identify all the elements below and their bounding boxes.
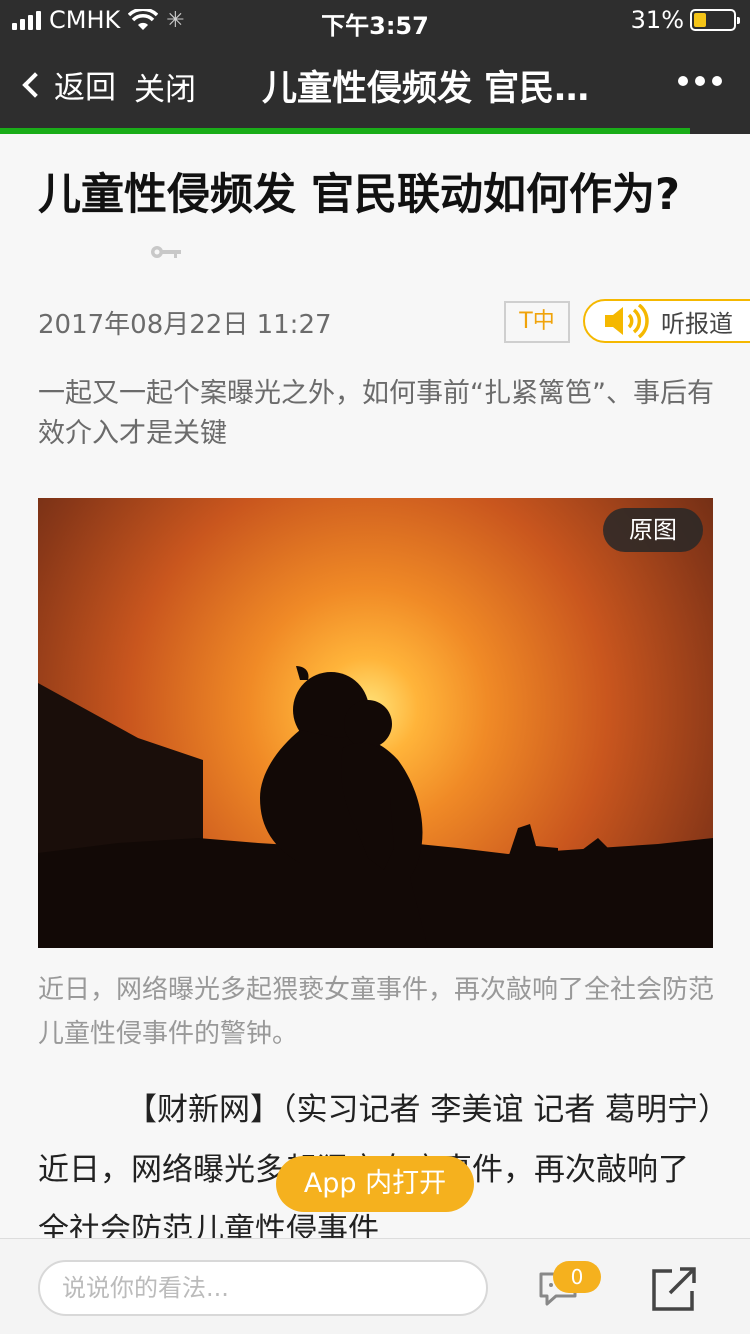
more-menu-icon[interactable] [678, 76, 722, 86]
back-label: 返回 [54, 70, 116, 106]
listen-label: 听报道 [661, 309, 733, 338]
status-bar: CMHK ✳ 下午3:57 31% [0, 0, 750, 40]
battery-fill [694, 13, 706, 27]
original-image-button[interactable]: 原图 [603, 508, 703, 552]
screen: CMHK ✳ 下午3:57 31% 返回 关闭 儿童性侵频发 官民… 儿童性侵频 [0, 0, 750, 1334]
comment-input[interactable] [38, 1260, 488, 1316]
article-summary: 一起又一起个案曝光之外，如何事前“扎紧篱笆”、事后有效介入才是关键 [38, 378, 714, 449]
article-photo[interactable]: 原图 [38, 498, 713, 948]
nav-title: 儿童性侵频发 官民… [262, 69, 590, 109]
article-headline: 儿童性侵频发 官民联动如何作为? [38, 170, 680, 220]
battery-percent: 31% [630, 6, 684, 34]
comment-count-badge: 0 [553, 1261, 601, 1293]
listen-button[interactable]: 听报道 [583, 299, 750, 343]
speaker-icon [605, 304, 649, 338]
share-icon[interactable] [650, 1265, 698, 1313]
key-icon [151, 246, 181, 258]
close-button[interactable]: 关闭 [134, 64, 196, 109]
chevron-left-icon [22, 71, 48, 98]
battery-icon [690, 9, 740, 31]
bottom-bar: 0 [0, 1238, 750, 1334]
nav-bar: 返回 关闭 儿童性侵频发 官民… [0, 40, 750, 128]
font-size-button[interactable]: T中 [504, 301, 570, 343]
silhouette-illustration [38, 666, 713, 948]
status-right: 31% [630, 6, 740, 34]
photo-caption: 近日，网络曝光多起猥亵女童事件，再次敲响了全社会防范儿童性侵事件的警钟。 [38, 975, 715, 1049]
article: 儿童性侵频发 官民联动如何作为? 2017年08月22日 11:27 T中 听报… [0, 134, 750, 1238]
back-button[interactable]: 返回 [20, 62, 116, 107]
publish-date: 2017年08月22日 11:27 [38, 310, 332, 340]
open-in-app-button[interactable]: App 内打开 [276, 1156, 474, 1212]
